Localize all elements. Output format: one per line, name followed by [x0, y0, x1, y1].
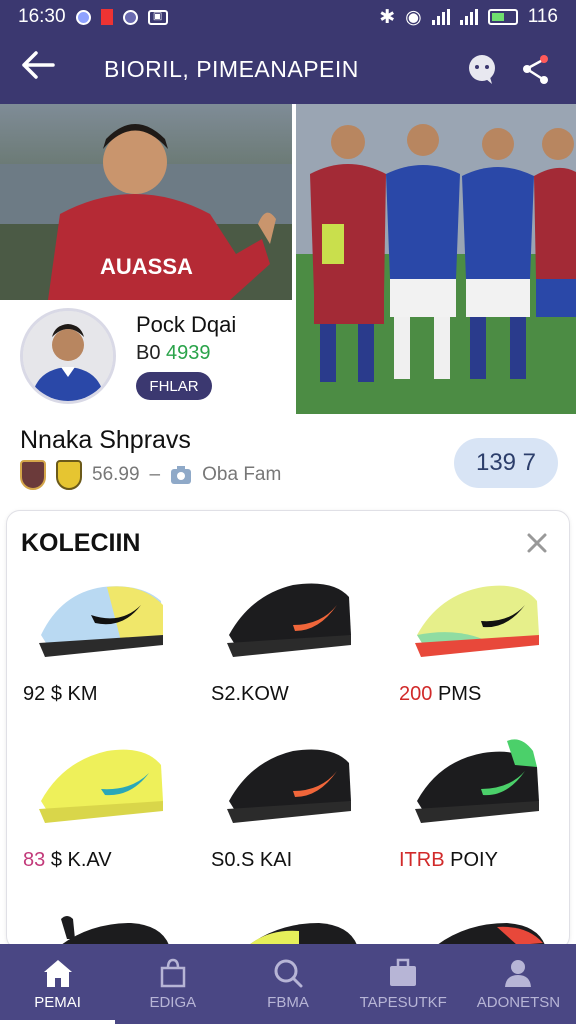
app-screen: 16:30 ▣ ✱ ◉ 116 BIORIL, PIMEANAPEIN AUAS…: [0, 0, 576, 1024]
battery-icon: [487, 9, 518, 25]
price-unit: PMS: [437, 683, 482, 705]
product-price: ITRB POIY: [399, 849, 498, 872]
briefcase-icon: [390, 958, 417, 986]
record-icon: [100, 9, 113, 25]
collection-title: KOLECIIN: [21, 529, 141, 557]
product-item[interactable]: 83 $ K.AV: [7, 731, 195, 896]
product-price: S0.S KAI: [211, 849, 292, 872]
nav-item-profile[interactable]: ADONETSN: [461, 944, 576, 1024]
jersey-text: AUASSA: [100, 254, 193, 279]
player-stat-prefix: B0: [136, 342, 161, 364]
back-button[interactable]: [20, 50, 64, 89]
hero-section: AUASSA Pock Dqai B0 4939 FHLAR: [0, 104, 576, 414]
product-price: S2.KOW: [211, 683, 289, 706]
nav-label: EDIGA: [149, 993, 197, 1011]
close-icon: [527, 533, 547, 553]
price-value: S0.S KAI: [211, 849, 293, 871]
battery-level: 116: [527, 6, 558, 27]
product-item[interactable]: 200 PMS: [383, 565, 569, 730]
notification-icon: [122, 9, 138, 25]
image-icon: ▣: [147, 9, 168, 25]
product-item[interactable]: ITRB POIY: [383, 731, 569, 896]
bottom-nav: PEMAI EDIGA FBMA TAPESUTKF ADONETSN: [0, 944, 576, 1024]
nav-item-home[interactable]: PEMAI: [0, 944, 115, 1024]
player-stat: B0 4939: [136, 342, 211, 365]
player-photo: AUASSA: [0, 104, 292, 300]
team-rating: 56.99: [92, 464, 140, 485]
product-price: 92 $ KM: [23, 683, 98, 706]
arrow-left-icon: [22, 50, 55, 79]
share-icon: [523, 55, 548, 84]
follow-button[interactable]: FHLAR: [136, 372, 212, 400]
share-button[interactable]: [516, 49, 556, 89]
collection-card: KOLECIIN 92 $ KM S2.KOW 200 PMS 83 $ K.A…: [6, 510, 570, 950]
status-bar: 16:30 ▣ ✱ ◉ 116: [0, 0, 576, 34]
bluetooth-icon: ✱: [379, 6, 396, 28]
shoe-image: [415, 739, 539, 823]
close-button[interactable]: [523, 529, 551, 557]
price-unit: POIY: [450, 849, 498, 871]
nav-label: ADONETSN: [476, 993, 561, 1011]
product-price: 83 $ K.AV: [23, 849, 112, 872]
price-value: 83: [23, 849, 46, 871]
camera-icon: [171, 466, 192, 484]
app-bar: BIORIL, PIMEANAPEIN: [0, 34, 576, 104]
club-crest-icon: [56, 460, 82, 490]
team-photo: [296, 104, 576, 414]
meta-separator: –: [149, 464, 161, 485]
price-value: ITRB: [399, 849, 445, 871]
product-item[interactable]: 92 $ KM: [7, 565, 195, 730]
signal-icon: [459, 9, 478, 25]
user-icon: [505, 959, 532, 987]
product-price: 200 PMS: [399, 683, 481, 706]
price-unit: $ K.AV: [50, 849, 112, 871]
score-pill[interactable]: 139 7: [454, 438, 558, 488]
search-icon: [274, 959, 303, 987]
active-tab-indicator: [0, 1020, 115, 1024]
price-value: 92: [23, 683, 46, 705]
signal-icon: [431, 9, 450, 25]
player-card[interactable]: Pock Dqai B0 4939 FHLAR: [0, 300, 292, 414]
shoe-image: [39, 586, 163, 657]
eye-icon: ◉: [405, 6, 422, 28]
price-value: S2.KOW: [211, 683, 289, 705]
bag-icon: [160, 958, 186, 987]
notification-icon: [75, 9, 91, 25]
team-name: Nnaka Shpravs: [20, 426, 191, 454]
product-item[interactable]: S0.S KAI: [195, 731, 383, 896]
team-location: Oba Fam: [202, 464, 282, 485]
price-unit: $ KM: [50, 683, 98, 705]
shoe-image: [39, 749, 163, 823]
nav-label: TAPESUTKF: [359, 993, 447, 1011]
shoe-image: [227, 583, 351, 657]
shoe-image: [227, 749, 351, 823]
nav-item-cart[interactable]: TAPESUTKF: [346, 944, 461, 1024]
nav-label: FBMA: [267, 993, 309, 1011]
avatar: [20, 308, 116, 404]
product-item[interactable]: S2.KOW: [195, 565, 383, 730]
nav-label: PEMAI: [34, 993, 81, 1011]
player-stat-value: 4939: [166, 342, 211, 364]
chat-button[interactable]: [462, 49, 502, 89]
club-crest-icon: [20, 460, 46, 490]
chat-icon: [469, 55, 495, 84]
price-value: 200: [399, 683, 433, 705]
nav-item-shop[interactable]: EDIGA: [115, 944, 230, 1024]
shoe-image: [415, 585, 539, 657]
player-name: Pock Dqai: [136, 312, 237, 337]
page-title: BIORIL, PIMEANAPEIN: [104, 55, 359, 82]
nav-item-search[interactable]: FBMA: [230, 944, 345, 1024]
status-time: 16:30: [18, 6, 66, 27]
home-icon: [43, 959, 72, 987]
team-meta: 56.99 – Oba Fam: [20, 460, 281, 490]
